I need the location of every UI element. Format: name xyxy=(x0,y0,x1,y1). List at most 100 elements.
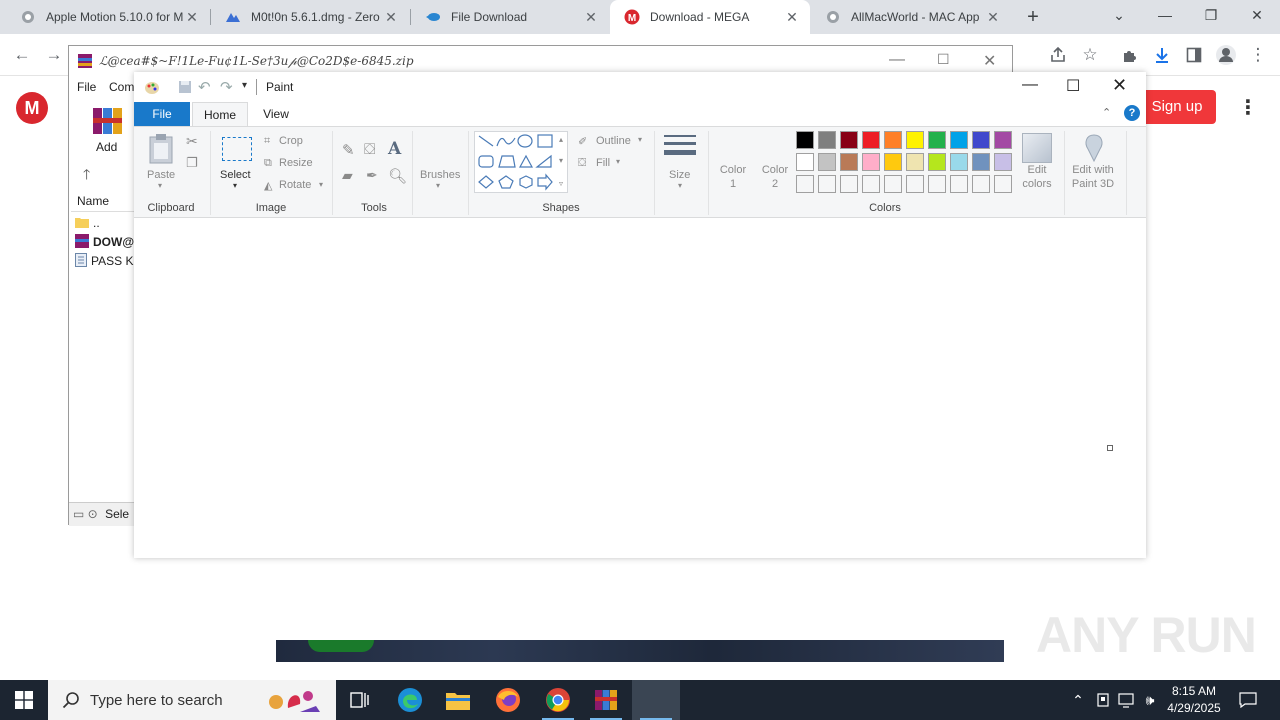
close-window-icon[interactable]: ✕ xyxy=(1234,0,1280,30)
file-explorer-icon[interactable] xyxy=(434,680,482,720)
edit-colors-icon[interactable] xyxy=(1022,133,1052,163)
minimize-icon[interactable]: — xyxy=(1022,76,1038,94)
resize-label[interactable]: Resize xyxy=(279,157,313,169)
empty-color-swatch[interactable] xyxy=(796,175,814,193)
color-swatch[interactable] xyxy=(972,153,990,171)
empty-color-swatch[interactable] xyxy=(994,175,1012,193)
list-item[interactable]: DOW@I xyxy=(75,233,135,251)
rotate-label[interactable]: Rotate xyxy=(279,179,311,191)
fill-icon[interactable]: ⛋ xyxy=(578,157,586,170)
eraser-icon[interactable]: ▰ xyxy=(342,167,353,184)
empty-color-swatch[interactable] xyxy=(950,175,968,193)
text-tool-icon[interactable]: A xyxy=(388,139,401,159)
size-dropdown-icon[interactable]: ▾ xyxy=(678,181,682,190)
close-icon[interactable]: ✕ xyxy=(583,9,599,25)
select-label[interactable]: Select xyxy=(220,169,251,181)
list-item[interactable]: PASS KE xyxy=(75,252,135,270)
canvas-resize-handle[interactable] xyxy=(1107,445,1113,451)
select-dropdown-icon[interactable]: ▾ xyxy=(233,181,237,190)
color-swatch[interactable] xyxy=(884,131,902,149)
color-swatch[interactable] xyxy=(862,131,880,149)
edge-icon[interactable] xyxy=(386,680,434,720)
maximize-icon[interactable]: ☐ xyxy=(937,51,950,68)
tab-motion-dmg[interactable]: M0t!0n 5.6.1.dmg - Zero ✕ xyxy=(211,0,409,34)
color-swatch[interactable] xyxy=(862,153,880,171)
display-tray-icon[interactable] xyxy=(1116,680,1138,720)
up-arrow-icon[interactable]: 🡑 xyxy=(83,164,90,188)
task-view-icon[interactable] xyxy=(336,680,384,720)
color-swatch[interactable] xyxy=(906,153,924,171)
magnifier-icon[interactable]: 🔍︎ xyxy=(388,167,407,185)
crop-icon[interactable]: ⌗ xyxy=(264,135,270,148)
paint-3d-icon[interactable] xyxy=(1080,133,1108,163)
tab-apple-motion[interactable]: Apple Motion 5.10.0 for M ✕ xyxy=(6,0,210,34)
empty-color-swatch[interactable] xyxy=(928,175,946,193)
profile-icon[interactable] xyxy=(1214,43,1238,67)
close-icon[interactable]: ✕ xyxy=(184,9,200,25)
tab-file-download[interactable]: File Download ✕ xyxy=(411,0,609,34)
color-swatch[interactable] xyxy=(994,153,1012,171)
tab-view[interactable]: View xyxy=(252,102,300,126)
download-icon[interactable] xyxy=(1150,43,1174,67)
fill-label[interactable]: Fill xyxy=(596,157,610,169)
edit-colors-button[interactable]: Edit colors xyxy=(1014,163,1060,191)
paint-taskbar-button[interactable] xyxy=(632,680,680,720)
collapse-ribbon-icon[interactable]: ⌃ xyxy=(1102,106,1111,119)
back-icon[interactable]: ← xyxy=(10,43,34,67)
file-menu-tab[interactable]: File xyxy=(134,102,190,126)
empty-color-swatch[interactable] xyxy=(840,175,858,193)
network-tray-icon[interactable] xyxy=(1092,680,1114,720)
select-icon[interactable] xyxy=(222,137,252,161)
paste-icon[interactable] xyxy=(148,133,174,165)
color-swatch[interactable] xyxy=(928,153,946,171)
color-swatch[interactable] xyxy=(796,153,814,171)
side-panel-icon[interactable] xyxy=(1182,43,1206,67)
outline-dropdown-icon[interactable]: ▾ xyxy=(638,135,642,144)
color-swatch[interactable] xyxy=(840,131,858,149)
menu-commands[interactable]: Com xyxy=(109,80,134,94)
color-picker-icon[interactable]: ✒ xyxy=(366,167,378,184)
color1-button[interactable]: Color 1 xyxy=(718,163,748,191)
edit-with-paint-3d-button[interactable]: Edit with Paint 3D xyxy=(1068,163,1118,191)
undo-icon[interactable]: ↶ xyxy=(198,78,211,96)
size-label[interactable]: Size xyxy=(669,169,690,181)
maximize-icon[interactable]: ☐ xyxy=(1066,76,1080,96)
drawing-canvas[interactable] xyxy=(134,219,1142,558)
tab-home[interactable]: Home xyxy=(192,102,248,126)
restore-icon[interactable]: ❐ xyxy=(1188,0,1234,30)
empty-color-swatch[interactable] xyxy=(884,175,902,193)
brushes-dropdown-icon[interactable]: ▾ xyxy=(436,181,440,190)
save-icon[interactable] xyxy=(178,80,192,97)
pencil-icon[interactable]: ✎ xyxy=(342,141,355,159)
extensions-icon[interactable] xyxy=(1118,43,1142,67)
empty-color-swatch[interactable] xyxy=(972,175,990,193)
bookmark-star-icon[interactable]: ☆ xyxy=(1078,43,1102,67)
add-archive-icon[interactable] xyxy=(91,104,125,138)
color-swatch[interactable] xyxy=(994,131,1012,149)
page-banner[interactable] xyxy=(276,640,1004,662)
color-swatch[interactable] xyxy=(884,153,902,171)
outline-icon[interactable]: ✐ xyxy=(578,135,587,148)
empty-color-swatch[interactable] xyxy=(818,175,836,193)
color2-button[interactable]: Color 2 xyxy=(760,163,790,191)
color-swatch[interactable] xyxy=(840,153,858,171)
fill-bucket-icon[interactable]: ⛋ xyxy=(364,141,375,158)
rotate-icon[interactable]: ◭ xyxy=(264,179,272,192)
forward-icon[interactable]: → xyxy=(42,43,66,67)
crop-label[interactable]: Crop xyxy=(279,135,303,147)
minimize-icon[interactable]: — xyxy=(889,51,905,69)
close-icon[interactable]: ✕ xyxy=(985,9,1001,25)
tab-allmacworld[interactable]: AllMacWorld - MAC App ✕ xyxy=(811,0,1011,34)
outline-label[interactable]: Outline xyxy=(596,135,631,147)
column-name-header[interactable]: Name xyxy=(71,190,135,212)
color-swatch[interactable] xyxy=(818,131,836,149)
close-icon[interactable]: ✕ xyxy=(784,9,800,25)
copy-icon[interactable]: ❐ xyxy=(186,155,198,171)
menu-icon[interactable]: ⋮ xyxy=(1246,43,1270,67)
cut-icon[interactable]: ✂ xyxy=(186,133,198,150)
redo-icon[interactable]: ↷ xyxy=(220,78,233,96)
color-swatch[interactable] xyxy=(906,131,924,149)
quick-access-dropdown-icon[interactable]: ▾ xyxy=(242,80,247,91)
new-tab-button[interactable]: + xyxy=(1020,4,1046,30)
rotate-dropdown-icon[interactable]: ▾ xyxy=(319,180,323,189)
